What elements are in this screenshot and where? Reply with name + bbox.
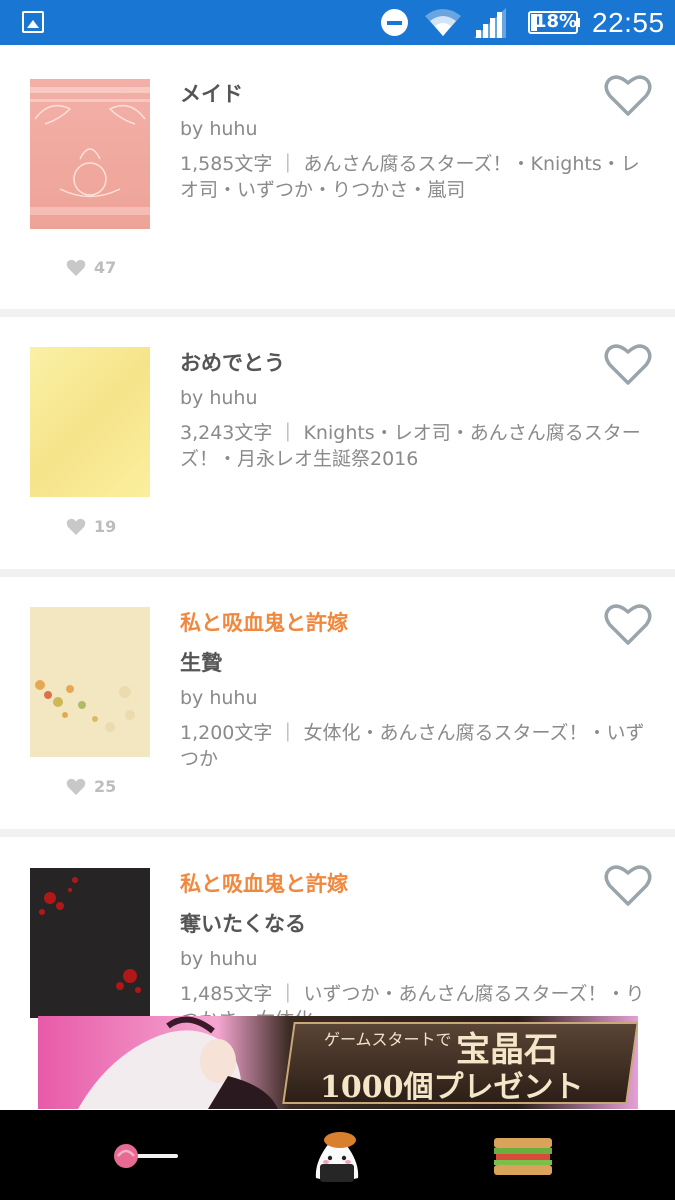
novel-title[interactable]: 奪いたくなる [180, 908, 306, 938]
novel-feed: 47 メイド by huhu 1,585文字 ｜ あんさん腐るスターズ！・Kni… [0, 45, 675, 1037]
clock-time: 22:55 [592, 7, 665, 38]
heart-icon [66, 259, 86, 276]
favorite-heart-icon[interactable] [604, 73, 652, 117]
sandwich-icon[interactable] [488, 1130, 558, 1184]
like-count-group: 47 [66, 258, 116, 277]
ad-banner[interactable]: ゲームスタートで 宝晶石 1000個プレゼント [38, 1016, 638, 1109]
like-count-group: 25 [66, 777, 116, 796]
cover-thumbnail[interactable] [30, 607, 150, 757]
novel-card[interactable]: 19 おめでとう by huhu 3,243文字 ｜ Knights・レオ司・あ… [0, 317, 675, 577]
ad-text-line1: ゲームスタートで [324, 1030, 452, 1049]
ad-text-line2: 1000個プレゼント [320, 1070, 584, 1105]
author-name[interactable]: by huhu [180, 948, 258, 970]
novel-title[interactable]: おめでとう [180, 347, 285, 377]
favorite-heart-icon[interactable] [604, 863, 652, 907]
status-bar: 18% 22:55 [0, 0, 675, 45]
like-count: 19 [94, 517, 117, 536]
onigiri-icon[interactable] [302, 1130, 372, 1184]
ad-character-illustration [78, 1016, 278, 1109]
author-name[interactable]: by huhu [180, 687, 258, 709]
do-not-disturb-icon [381, 9, 408, 36]
author-name[interactable]: by huhu [180, 387, 258, 409]
cover-thumbnail[interactable] [30, 868, 150, 1018]
image-notification-icon [22, 11, 44, 33]
novel-meta: 3,243文字 ｜ Knights・レオ司・あんさん腐るスターズ！・月永レオ生誕… [180, 422, 641, 470]
lollipop-icon[interactable] [110, 1130, 180, 1184]
signal-icon [474, 8, 506, 38]
novel-meta: 1,585文字 ｜ あんさん腐るスターズ！・Knights・レオ司・いずつか・り… [180, 153, 640, 201]
author-name[interactable]: by huhu [180, 118, 258, 140]
like-count: 47 [94, 258, 117, 277]
novel-title[interactable]: 生贄 [180, 647, 222, 677]
bottom-navigation [0, 1110, 675, 1200]
favorite-heart-icon[interactable] [604, 602, 652, 646]
heart-icon [66, 518, 86, 535]
like-count: 25 [94, 777, 117, 796]
heart-icon [66, 778, 86, 795]
like-count-group: 19 [66, 517, 116, 536]
series-title[interactable]: 私と吸血鬼と許嫁 [180, 868, 348, 898]
cover-thumbnail[interactable] [30, 79, 150, 229]
novel-card[interactable]: 47 メイド by huhu 1,585文字 ｜ あんさん腐るスターズ！・Kni… [0, 45, 675, 317]
novel-card[interactable]: 私と吸血鬼と許嫁 奪いたくなる by huhu 1,485文字 ｜ いずつか・あ… [0, 837, 675, 1037]
novel-meta: 1,200文字 ｜ 女体化・あんさん腐るスターズ！・いずつか [180, 722, 645, 770]
wifi-icon [425, 9, 461, 36]
novel-card[interactable]: 25 私と吸血鬼と許嫁 生贄 by huhu 1,200文字 ｜ 女体化・あんさ… [0, 577, 675, 837]
novel-title[interactable]: メイド [180, 78, 243, 108]
cover-thumbnail[interactable] [30, 347, 150, 497]
favorite-heart-icon[interactable] [604, 342, 652, 386]
series-title[interactable]: 私と吸血鬼と許嫁 [180, 607, 348, 637]
battery-percent: 18% [534, 11, 578, 32]
